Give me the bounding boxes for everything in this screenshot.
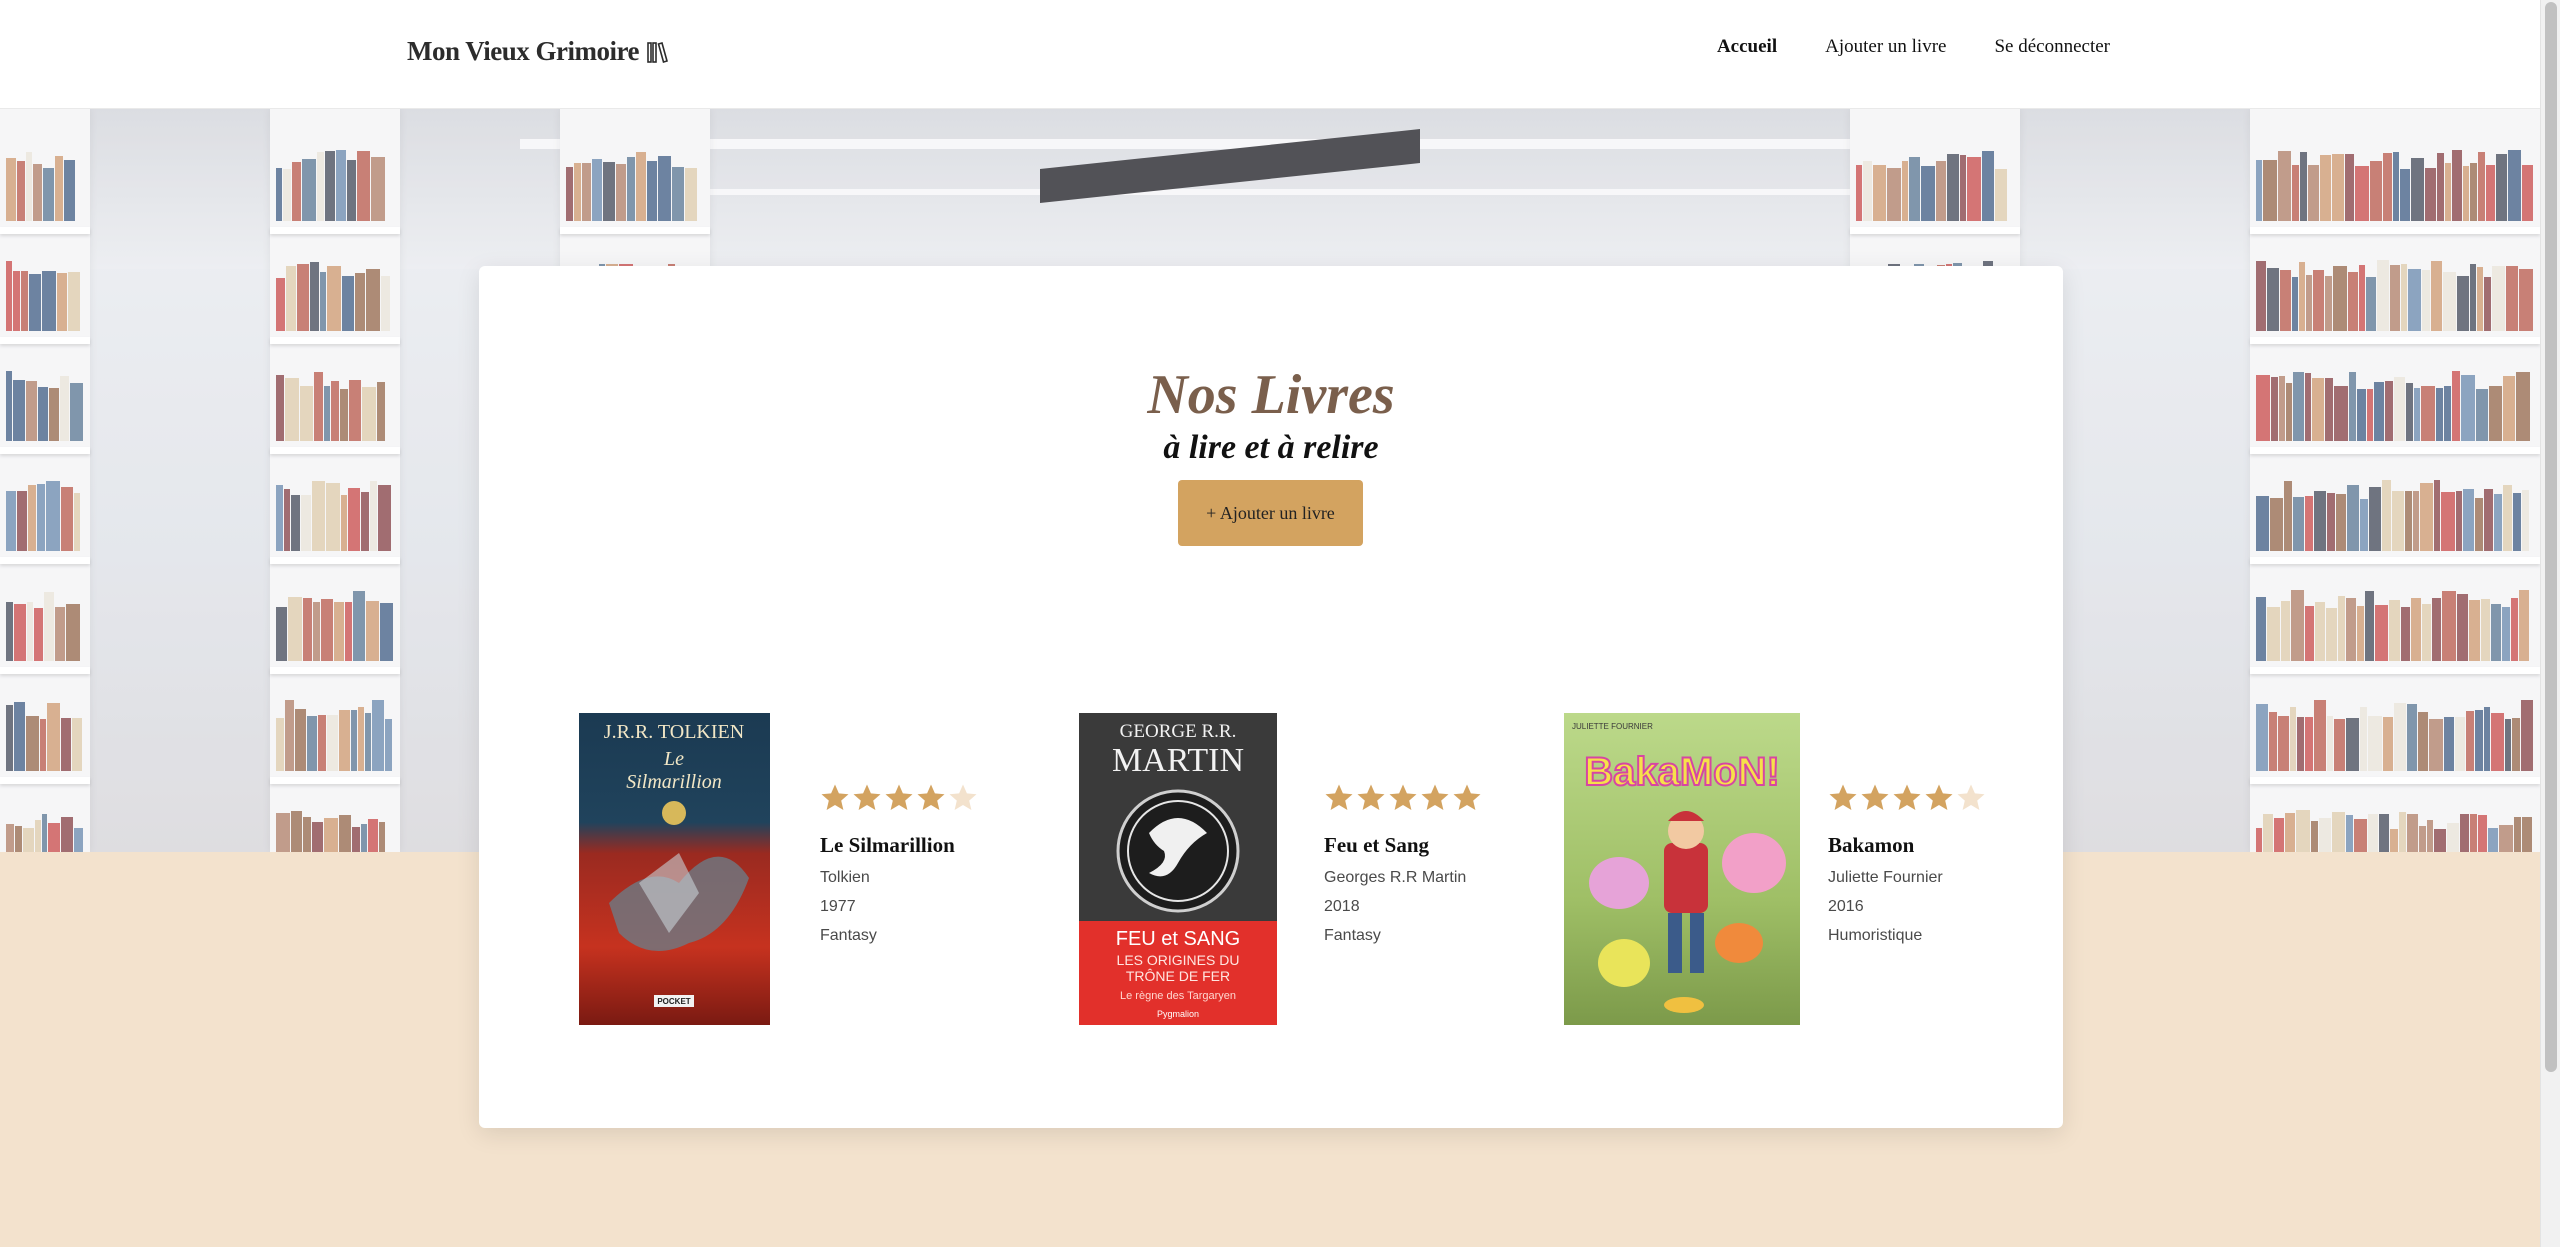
scrollbar-thumb[interactable] <box>2545 2 2557 1072</box>
book-card[interactable]: J.R.R. TOLKIEN Le Silmarillion POCKET Le… <box>579 713 978 1025</box>
star-filled-icon <box>885 784 913 810</box>
main-nav: Accueil Ajouter un livre Se déconnecter <box>1717 36 2110 58</box>
book-author: Juliette Fournier <box>1828 869 1943 886</box>
page-subtitle: à lire et à relire <box>1163 429 1379 466</box>
nav-link-se-deconnecter[interactable]: Se déconnecter <box>1994 36 2110 58</box>
star-filled-icon <box>1389 784 1417 810</box>
book-rating <box>1324 783 1482 813</box>
book-cover-image[interactable]: GEORGE R.R. MARTIN FEU et SANG LES ORIGI… <box>1079 713 1277 1025</box>
book-card[interactable]: JULIETTE FOURNIER BakaMoN! Bakamon Julie… <box>1564 713 1986 1025</box>
book-title[interactable]: Feu et Sang <box>1324 833 1482 858</box>
cover-logo-text: BakaMoN! <box>1584 750 1780 794</box>
cover-title-line2: Silmarillion <box>626 771 722 793</box>
cover-publisher: POCKET <box>657 997 690 1006</box>
site-header: Mon Vieux Grimoire Accueil Ajouter un li… <box>0 0 2540 109</box>
page-scrollbar[interactable] <box>2540 0 2560 1247</box>
cover-author-last: MARTIN <box>1112 742 1244 779</box>
book-card[interactable]: GEORGE R.R. MARTIN FEU et SANG LES ORIGI… <box>1079 713 1482 1025</box>
book-genre: Fantasy <box>1324 927 1381 944</box>
star-filled-icon <box>917 784 945 810</box>
book-author: Georges R.R Martin <box>1324 869 1467 886</box>
book-info: Feu et Sang Georges R.R Martin 2018 Fant… <box>1324 783 1482 1025</box>
book-info: Bakamon Juliette Fournier 2016 Humoristi… <box>1828 783 1986 1025</box>
book-info: Le Silmarillion Tolkien 1977 Fantasy <box>820 783 978 1025</box>
book-year: 2016 <box>1828 898 1864 915</box>
book-rating <box>1828 783 1986 813</box>
star-filled-icon <box>1453 784 1481 810</box>
cover-subtitle-2: TRÔNE DE FER <box>1126 968 1230 984</box>
book-title[interactable]: Bakamon <box>1828 833 1986 858</box>
site-logo[interactable]: Mon Vieux Grimoire <box>407 36 669 67</box>
star-filled-icon <box>821 784 849 810</box>
book-year: 1977 <box>820 898 856 915</box>
book-genre: Fantasy <box>820 927 877 944</box>
page-title: Nos Livres <box>1147 364 1395 426</box>
cover-author: JULIETTE FOURNIER <box>1572 722 1653 731</box>
add-book-button[interactable]: + Ajouter un livre <box>1178 480 1363 546</box>
cover-author: J.R.R. TOLKIEN <box>604 721 744 743</box>
book-genre: Humoristique <box>1828 927 1923 944</box>
book-year: 2018 <box>1324 898 1360 915</box>
nav-link-accueil[interactable]: Accueil <box>1717 36 1777 58</box>
cover-subtitle-1: LES ORIGINES DU <box>1117 952 1240 968</box>
books-logo-icon <box>647 41 668 63</box>
star-filled-icon <box>1925 784 1953 810</box>
star-filled-icon <box>853 784 881 810</box>
star-filled-icon <box>1357 784 1385 810</box>
star-filled-icon <box>1829 784 1857 810</box>
star-filled-icon <box>1325 784 1353 810</box>
book-title[interactable]: Le Silmarillion <box>820 833 978 858</box>
book-rating <box>820 783 978 813</box>
cover-title-line1: Le <box>663 748 684 770</box>
book-author: Tolkien <box>820 869 870 886</box>
cover-tagline: Le règne des Targaryen <box>1120 990 1236 1002</box>
cover-publisher: Pygmalion <box>1157 1009 1199 1019</box>
star-empty-icon <box>949 784 977 810</box>
cover-author-first: GEORGE R.R. <box>1120 721 1237 742</box>
star-filled-icon <box>1861 784 1889 810</box>
book-cover-image[interactable]: J.R.R. TOLKIEN Le Silmarillion POCKET <box>579 713 770 1025</box>
book-cover-image[interactable]: JULIETTE FOURNIER BakaMoN! <box>1564 713 1800 1025</box>
star-empty-icon <box>1957 784 1985 810</box>
logo-text: Mon Vieux Grimoire <box>407 36 639 66</box>
star-filled-icon <box>1893 784 1921 810</box>
books-card: Nos Livres à lire et à relire + Ajouter … <box>479 266 2063 1128</box>
cover-title: FEU et SANG <box>1116 928 1240 950</box>
nav-link-ajouter-livre[interactable]: Ajouter un livre <box>1825 36 1946 58</box>
star-filled-icon <box>1421 784 1449 810</box>
